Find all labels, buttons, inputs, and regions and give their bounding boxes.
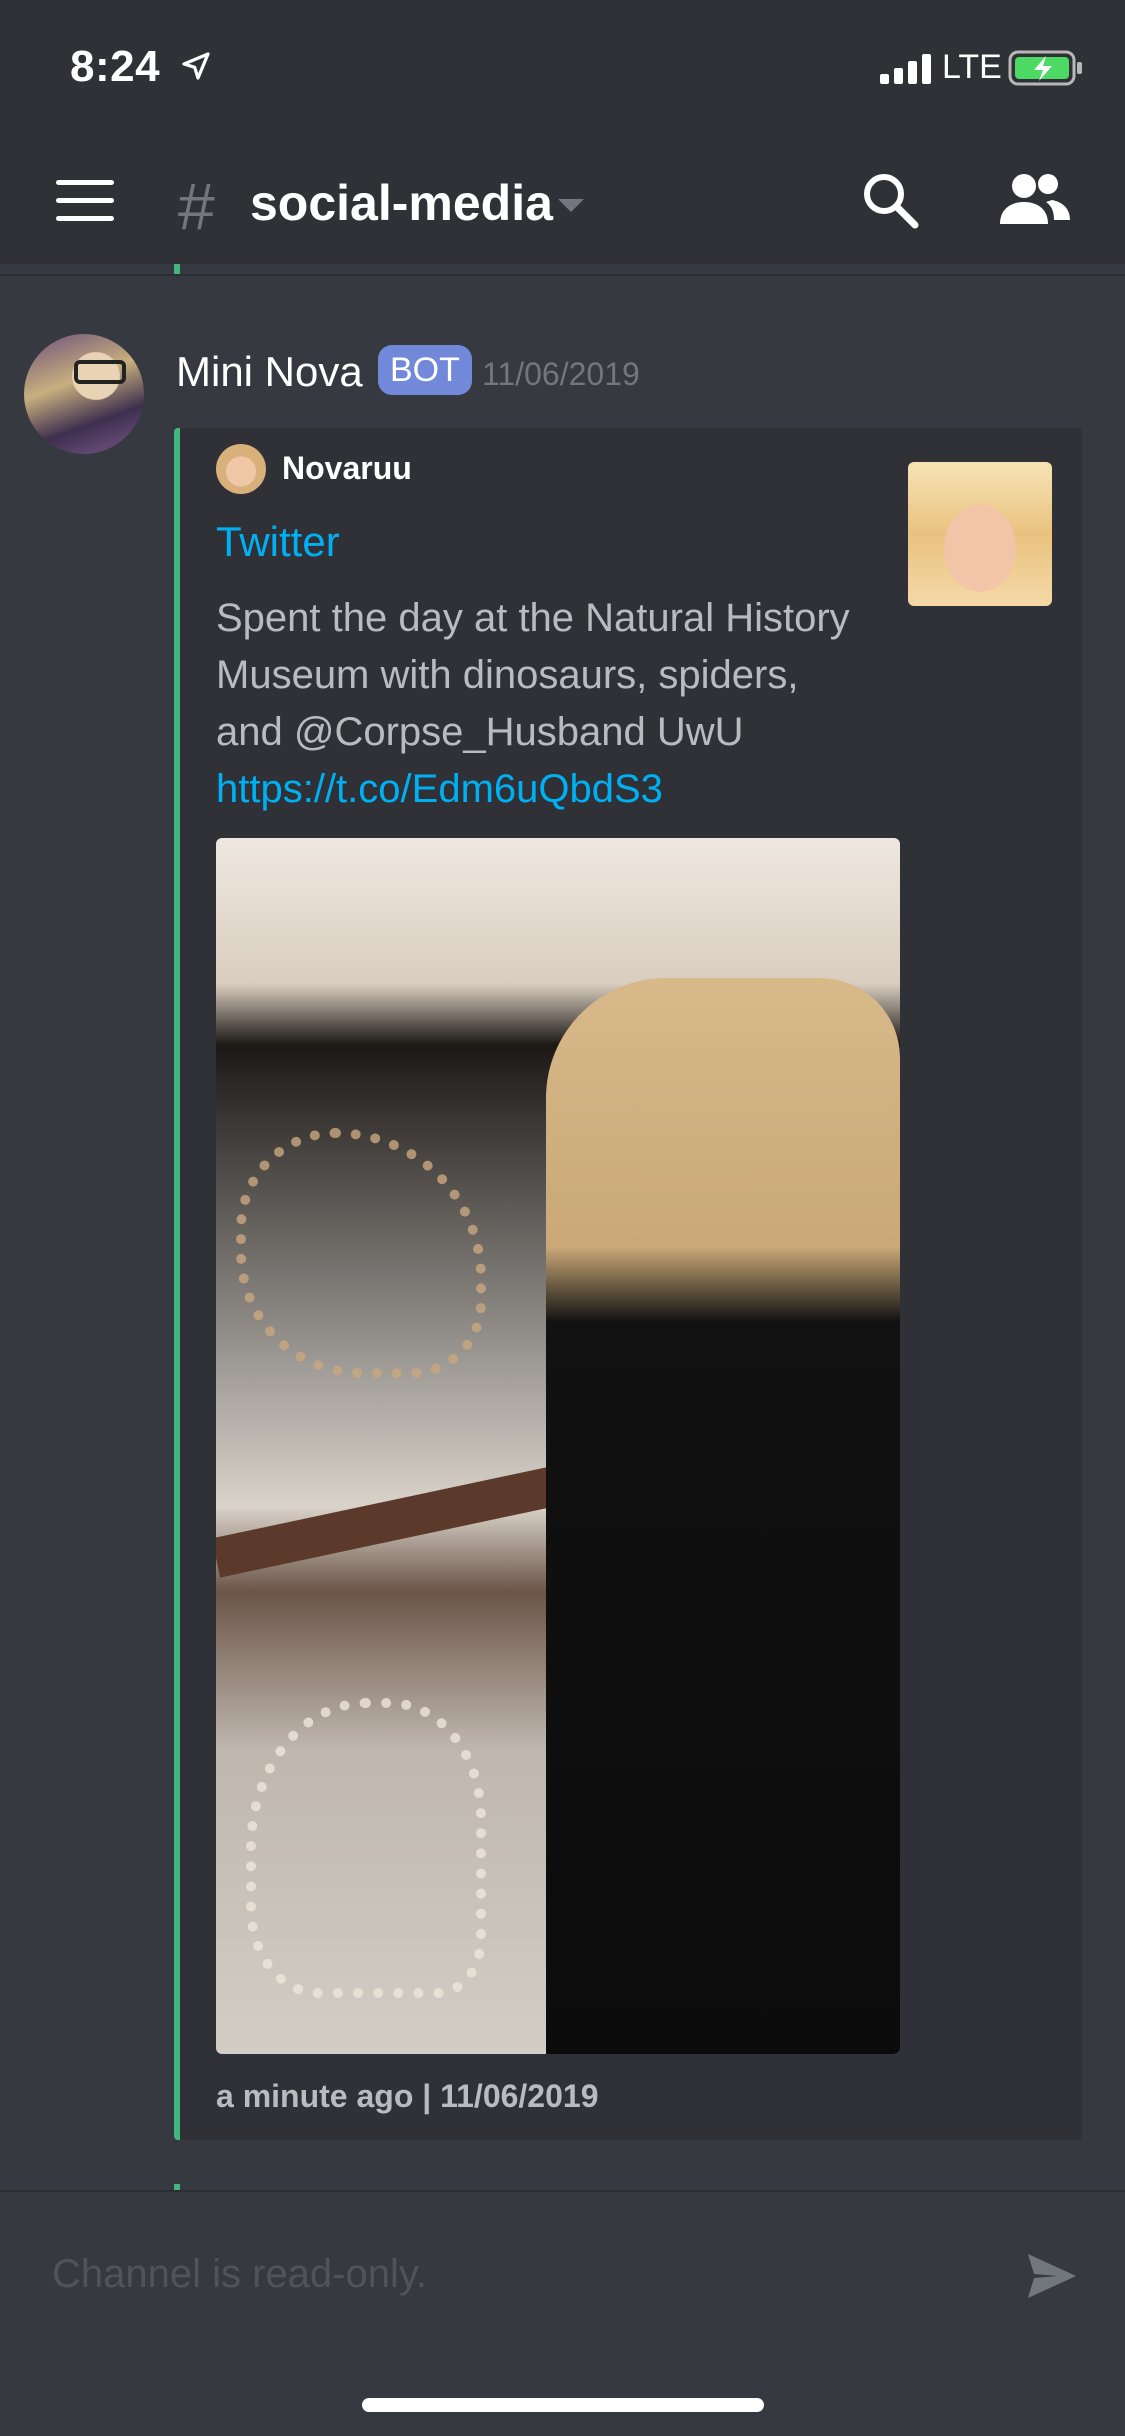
members-icon[interactable] — [996, 170, 1072, 230]
embed-image[interactable] — [216, 838, 900, 2054]
bot-badge: BOT — [378, 345, 472, 395]
chevron-down-icon[interactable] — [556, 190, 586, 220]
embed-url-link[interactable]: https://t.co/Edm6uQbdS3 — [216, 767, 663, 811]
signal-icon — [880, 54, 931, 84]
tweet-embed: Novaruu Twitter Spent the day at the Nat… — [174, 428, 1082, 2140]
embed-thumbnail[interactable] — [908, 462, 1052, 606]
embed-author-avatar — [216, 444, 266, 494]
top-bar: 8:24 LTE # social-media — [0, 0, 1125, 264]
send-icon — [1028, 2254, 1076, 2298]
message-author[interactable]: Mini Nova — [176, 348, 363, 396]
status-time: 8:24 — [70, 42, 161, 91]
channel-header: # social-media — [0, 140, 1125, 264]
battery-charging-icon — [1008, 50, 1082, 86]
home-indicator[interactable] — [362, 2398, 764, 2412]
embed-title-link[interactable]: Twitter — [216, 518, 340, 566]
skeleton-image-detail — [246, 1698, 486, 1998]
message-timestamp: 11/06/2019 — [482, 356, 640, 392]
network-label: LTE — [942, 48, 1002, 86]
channel-hash-icon: # — [178, 169, 215, 243]
avatar[interactable] — [24, 334, 144, 454]
location-arrow-icon — [182, 52, 210, 80]
channel-name[interactable]: social-media — [250, 174, 553, 232]
discord-app: 8:24 LTE # social-media Mini Nova BOT 11… — [0, 0, 1125, 2436]
embed-footer: a minute ago | 11/06/2019 — [216, 2078, 599, 2114]
embed-author[interactable]: Novaruu — [282, 450, 412, 487]
divider — [0, 274, 1125, 276]
read-only-notice: Channel is read-only. — [52, 2252, 428, 2296]
embed-description: Spent the day at the Natural History Mus… — [216, 590, 856, 818]
menu-icon[interactable] — [56, 180, 114, 224]
embed-description-text: Spent the day at the Natural History Mus… — [216, 596, 850, 754]
status-bar: 8:24 LTE — [0, 0, 1125, 140]
search-icon[interactable] — [860, 170, 920, 230]
dinosaur-skeleton-image-detail — [236, 1128, 486, 1378]
person-image-detail — [546, 978, 900, 2054]
